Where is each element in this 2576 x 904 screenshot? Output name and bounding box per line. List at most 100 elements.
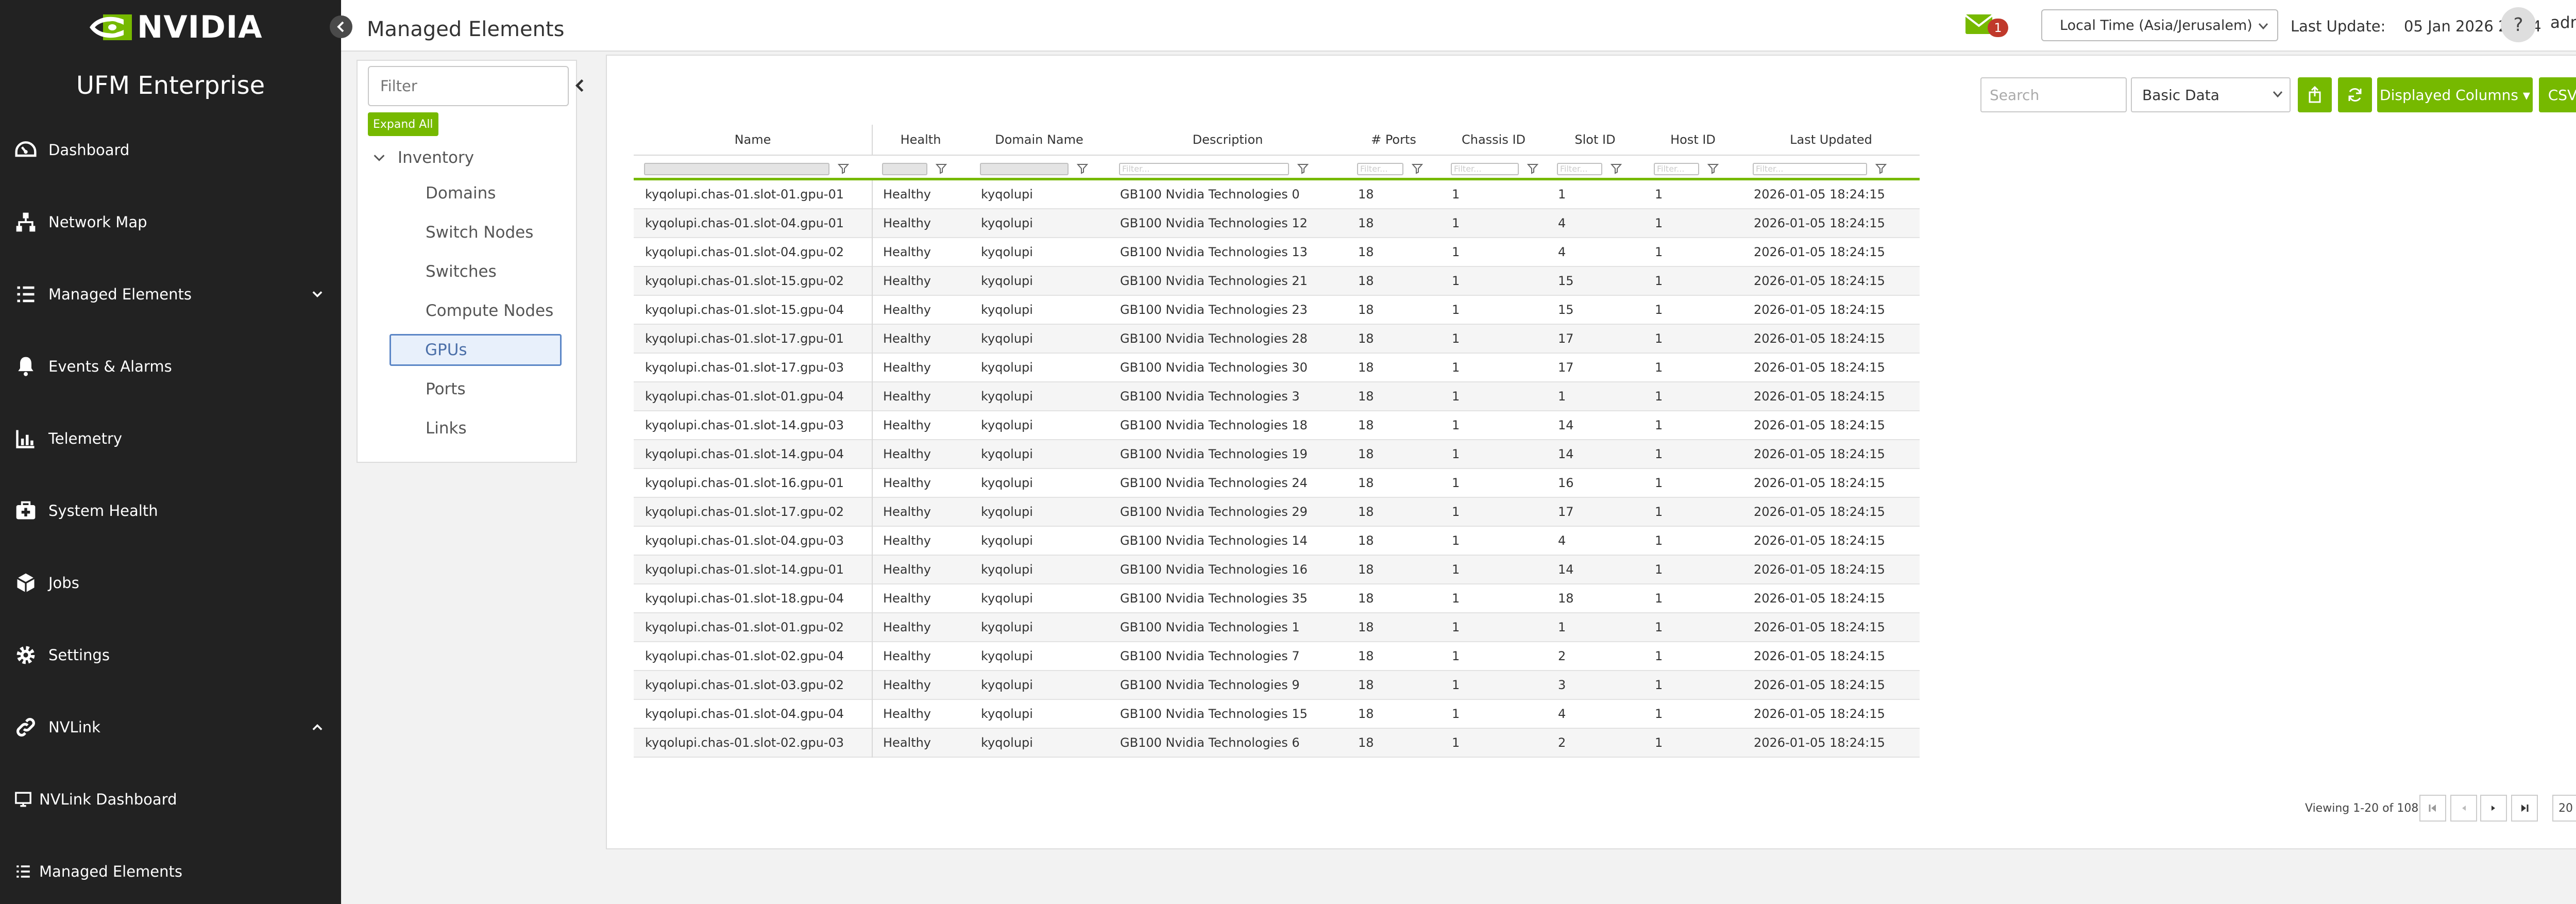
table-row[interactable]: kyqolupi.chas-01.slot-14.gpu-04 Healthy ky… [634,440,1920,469]
displayed-columns-button[interactable]: Displayed Columns ▾ [2377,77,2533,112]
table-row[interactable]: kyqolupi.chas-01.slot-15.gpu-04 Healthy ky… [634,296,1920,325]
filter-icon[interactable] [1875,163,1887,174]
tree-node-gpus[interactable]: GPUs [389,334,562,366]
table-row[interactable]: kyqolupi.chas-01.slot-04.gpu-01 Healthy ky… [634,209,1920,238]
nav-telemetry[interactable]: Telemetry [0,415,341,462]
tree-node-compute-nodes[interactable]: Compute Nodes [389,295,562,327]
filter-input-description[interactable]: Filter... [1119,163,1289,175]
table-row[interactable]: kyqolupi.chas-01.slot-17.gpu-03 Healthy ky… [634,354,1920,382]
filter-input-host-id[interactable]: Filter... [1654,163,1699,175]
table-row[interactable]: kyqolupi.chas-01.slot-02.gpu-03 Healthy ky… [634,729,1920,758]
column-header-last-updated[interactable]: Last Updated [1742,125,1920,155]
table-row[interactable]: kyqolupi.chas-01.slot-17.gpu-01 Healthy ky… [634,325,1920,354]
cell-last-updated: 2026-01-05 18:24:15 [1754,476,1885,490]
tree-node-switch-nodes[interactable]: Switch Nodes [389,216,562,248]
tree-node-switches[interactable]: Switches [389,256,562,288]
nav-settings[interactable]: Settings [0,632,341,678]
data-view-select[interactable]: Basic Data [2131,77,2291,112]
nav-managed-elements[interactable]: Managed Elements [0,271,341,317]
chevron-left-icon[interactable] [573,78,587,93]
cell-name: kyqolupi.chas-01.slot-16.gpu-01 [645,476,844,490]
tree-filter-input[interactable] [368,66,569,106]
table-row[interactable]: kyqolupi.chas-01.slot-18.gpu-04 Healthy ky… [634,584,1920,613]
cell-name: kyqolupi.chas-01.slot-14.gpu-03 [645,418,844,432]
column-header-slot-id[interactable]: Slot ID [1547,125,1643,155]
nav-system-health[interactable]: System Health [0,488,341,534]
column-header-host-id[interactable]: Host ID [1643,125,1742,155]
page-size-select[interactable]: 20 [2552,795,2576,822]
column-header-ports[interactable]: # Ports [1347,125,1440,155]
nav-nvlink-managed-elements[interactable]: Managed Elements [0,848,341,895]
column-header-chassis-id[interactable]: Chassis ID [1440,125,1547,155]
table-row[interactable]: kyqolupi.chas-01.slot-04.gpu-03 Healthy ky… [634,527,1920,556]
cell-description: GB100 Nvidia Technologies 3 [1120,389,1300,404]
filter-icon[interactable] [838,163,849,174]
table-row[interactable]: kyqolupi.chas-01.slot-01.gpu-04 Healthy ky… [634,382,1920,411]
csv-button[interactable]: CSV▾ [2539,77,2576,112]
cell-chassis-id: 1 [1452,735,1460,750]
timezone-select[interactable]: Local Time (Asia/Jerusalem) [2041,9,2278,41]
column-divider [872,125,873,155]
chevron-down-icon [2273,91,2283,98]
cell-description: GB100 Nvidia Technologies 35 [1120,591,1308,606]
filter-input-last-updated[interactable]: Filter... [1753,163,1867,175]
grid-search-input[interactable]: Search [1980,77,2127,112]
table-row[interactable]: kyqolupi.chas-01.slot-04.gpu-04 Healthy ky… [634,700,1920,729]
nvidia-logo[interactable]: NVIDIA [88,9,263,45]
tree-node-ports[interactable]: Ports [389,373,562,405]
last-page-button[interactable] [2511,795,2538,822]
nav-nvlink-dashboard[interactable]: NVLink Dashboard [0,776,341,823]
nav-events-alarms[interactable]: Events & Alarms [0,343,341,390]
column-header-domain-name[interactable]: Domain Name [970,125,1109,155]
filter-input-ports[interactable]: Filter... [1357,163,1403,175]
cell-last-updated: 2026-01-05 18:24:15 [1754,274,1885,288]
column-header-description[interactable]: Description [1109,125,1347,155]
nav-nvlink[interactable]: NVLink [0,704,341,750]
expand-all-button[interactable]: Expand All [368,112,438,136]
prev-page-button[interactable] [2450,795,2477,822]
first-page-button[interactable] [2419,795,2446,822]
filter-icon[interactable] [1297,163,1309,174]
filter-icon[interactable] [936,163,947,174]
sidebar-collapse-button[interactable] [330,15,352,38]
user-menu[interactable]: admin [2550,13,2576,32]
next-page-button[interactable] [2480,795,2507,822]
filter-icon[interactable] [1707,163,1719,174]
page-size-value: 20 [2558,801,2573,815]
cell-slot-id: 14 [1558,562,1574,577]
table-row[interactable]: kyqolupi.chas-01.slot-02.gpu-04 Healthy ky… [634,642,1920,671]
table-row[interactable]: kyqolupi.chas-01.slot-16.gpu-01 Healthy ky… [634,469,1920,498]
filter-input-domain-name[interactable] [980,163,1069,175]
filter-input-health[interactable] [882,163,927,175]
export-button[interactable] [2298,77,2332,112]
column-header-health[interactable]: Health [872,125,970,155]
data-view-value: Basic Data [2142,86,2219,104]
table-row[interactable]: kyqolupi.chas-01.slot-04.gpu-02 Healthy ky… [634,238,1920,267]
column-header-name[interactable]: Name [634,125,872,155]
filter-input-chassis-id[interactable]: Filter... [1451,163,1519,175]
nav-dashboard[interactable]: Dashboard [0,127,341,173]
filter-input-name[interactable] [644,163,829,175]
cell-last-updated: 2026-01-05 18:24:15 [1754,389,1885,404]
table-row[interactable]: kyqolupi.chas-01.slot-15.gpu-02 Healthy ky… [634,267,1920,296]
table-row[interactable]: kyqolupi.chas-01.slot-03.gpu-02 Healthy ky… [634,671,1920,700]
cell-chassis-id: 1 [1452,331,1460,346]
cell-ports: 18 [1358,735,1374,750]
refresh-button[interactable] [2338,77,2372,112]
table-row[interactable]: kyqolupi.chas-01.slot-01.gpu-02 Healthy ky… [634,613,1920,642]
tree-node-domains[interactable]: Domains [389,177,562,209]
filter-icon[interactable] [1077,163,1088,174]
nav-network-map[interactable]: Network Map [0,199,341,245]
table-row[interactable]: kyqolupi.chas-01.slot-17.gpu-02 Healthy ky… [634,498,1920,527]
filter-icon[interactable] [1412,163,1423,174]
tree-node-links[interactable]: Links [389,412,562,444]
nav-jobs[interactable]: Jobs [0,560,341,606]
table-row[interactable]: kyqolupi.chas-01.slot-14.gpu-01 Healthy ky… [634,556,1920,584]
help-button[interactable]: ? [2501,7,2536,42]
filter-icon[interactable] [1611,163,1622,174]
table-row[interactable]: kyqolupi.chas-01.slot-14.gpu-03 Healthy ky… [634,411,1920,440]
table-row[interactable]: kyqolupi.chas-01.slot-01.gpu-01 Healthy ky… [634,180,1920,209]
tree-node-inventory[interactable]: Inventory [372,143,474,172]
filter-icon[interactable] [1527,163,1538,174]
filter-input-slot-id[interactable]: Filter... [1557,163,1602,175]
